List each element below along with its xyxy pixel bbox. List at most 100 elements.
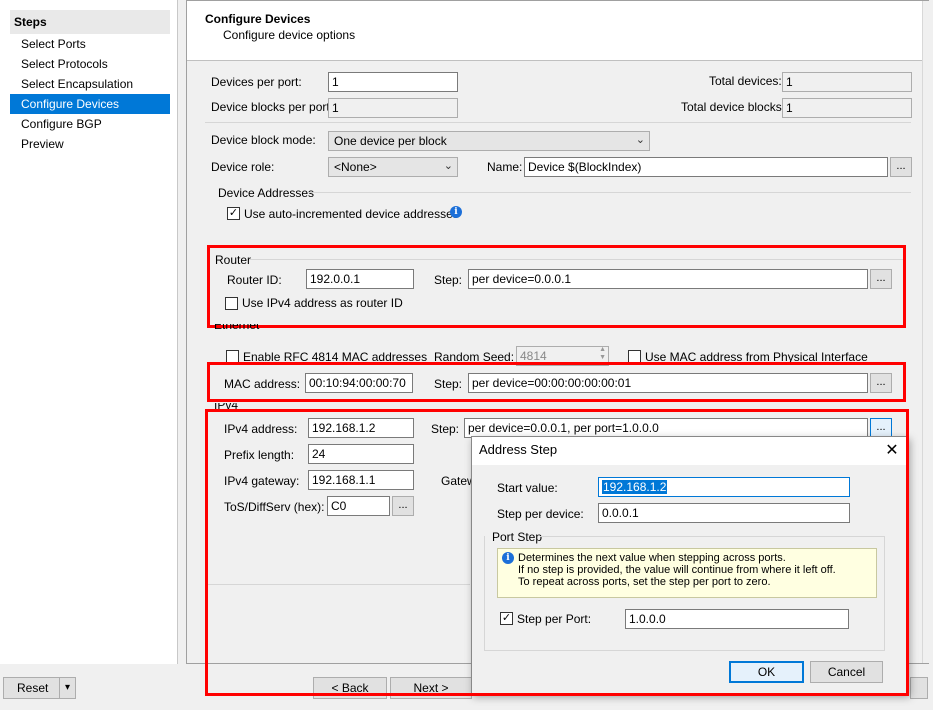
info-icon[interactable]: i [450, 206, 462, 218]
ipv4-address-label: IPv4 address: [224, 422, 298, 436]
dialog-title: Address Step [479, 442, 558, 457]
use-ipv4-router-id-checkbox[interactable] [225, 297, 238, 310]
group-line [540, 536, 885, 537]
info-text-line-2: If no step is provided, the value will c… [518, 564, 836, 576]
step-per-port-label: Step per Port: [517, 612, 592, 626]
chevron-down-icon: ⌄ [635, 134, 645, 146]
next-button[interactable]: Next > [390, 677, 472, 699]
device-role-value: <None> [334, 160, 377, 174]
ipv4-address-input[interactable]: 192.168.1.2 [308, 418, 414, 438]
dialog-cancel-button[interactable]: Cancel [810, 661, 883, 683]
start-value-text: 192.168.1.2 [602, 480, 668, 494]
device-addresses-group-label: Device Addresses [218, 186, 315, 200]
random-seed-spinner: 4814 ▲ ▼ [516, 346, 609, 366]
device-blocks-per-port-input[interactable]: 1 [328, 98, 458, 118]
start-value-label: Start value: [497, 481, 558, 495]
router-step-label: Step: [434, 273, 463, 287]
step-per-port-checkbox[interactable]: ✓ [500, 612, 513, 625]
group-line [308, 192, 911, 193]
step-item-configure-bgp[interactable]: Configure BGP [10, 114, 170, 134]
mac-address-input[interactable]: 00:10:94:00:00:70 [305, 373, 413, 393]
random-seed-label: Random Seed: [434, 350, 515, 364]
router-step-browse-button[interactable]: ... [870, 269, 892, 289]
use-ipv4-router-id-label: Use IPv4 address as router ID [242, 296, 403, 310]
device-block-mode-value: One device per block [334, 134, 447, 148]
group-line [484, 536, 485, 650]
use-mac-physical-checkbox[interactable] [628, 350, 641, 363]
device-role-select[interactable]: <None> ⌄ [328, 157, 458, 177]
steps-header: Steps [10, 10, 170, 34]
start-value-input[interactable]: 192.168.1.2 [598, 477, 850, 497]
auto-increment-checkbox[interactable]: ✓ [227, 207, 240, 220]
use-mac-physical-label: Use MAC address from Physical Interface [645, 350, 868, 364]
tos-label: ToS/DiffServ (hex): [224, 500, 325, 514]
mac-step-label: Step: [434, 377, 463, 391]
step-per-device-input[interactable]: 0.0.0.1 [598, 503, 850, 523]
total-devices-label: Total devices: [709, 74, 782, 88]
port-step-group-label: Port Step [492, 530, 543, 544]
prefix-length-label: Prefix length: [224, 448, 295, 462]
router-id-label: Router ID: [227, 273, 282, 287]
router-step-input[interactable]: per device=0.0.0.1 [468, 269, 868, 289]
prefix-length-input[interactable]: 24 [308, 444, 414, 464]
mac-step-browse-button[interactable]: ... [870, 373, 892, 393]
device-role-label: Device role: [211, 160, 275, 174]
back-button[interactable]: < Back [313, 677, 387, 699]
enable-rfc4814-label: Enable RFC 4814 MAC addresses [243, 350, 428, 364]
mac-step-input[interactable]: per device=00:00:00:00:00:01 [468, 373, 868, 393]
router-group-label: Router [215, 253, 252, 267]
device-name-browse-button[interactable]: ... [890, 157, 912, 177]
ipv4-step-label: Step: [431, 422, 460, 436]
devices-per-port-label: Devices per port: [211, 75, 302, 89]
total-device-blocks-field: 1 [782, 98, 912, 118]
name-label: Name: [487, 160, 523, 174]
ipv4-gateway-label: IPv4 gateway: [224, 474, 300, 488]
separator [205, 122, 911, 123]
info-icon: i [502, 552, 514, 564]
auto-increment-label: Use auto-incremented device addresses [244, 207, 459, 221]
chevron-down-icon: ⌄ [443, 160, 453, 172]
group-line [884, 536, 885, 650]
vertical-scrollbar[interactable] [922, 1, 929, 663]
ipv4-step-browse-button[interactable]: ... [870, 418, 892, 438]
enable-rfc4814-checkbox[interactable] [226, 350, 239, 363]
group-line [250, 259, 904, 260]
total-device-blocks-label: Total device blocks: [681, 100, 786, 114]
step-item-select-encapsulation[interactable]: Select Encapsulation [10, 74, 170, 94]
ipv4-gateway-input[interactable]: 192.168.1.1 [308, 470, 414, 490]
step-item-preview[interactable]: Preview [10, 134, 170, 154]
tos-input[interactable]: C0 [327, 496, 390, 516]
group-line [207, 584, 470, 585]
info-text-line-1: Determines the next value when stepping … [518, 552, 786, 564]
device-block-mode-label: Device block mode: [211, 133, 316, 147]
step-item-select-ports[interactable]: Select Ports [10, 34, 170, 54]
random-seed-value: 4814 [520, 349, 547, 363]
device-block-mode-select[interactable]: One device per block ⌄ [328, 131, 650, 151]
step-per-port-input[interactable]: 1.0.0.0 [625, 609, 849, 629]
spinner-icon: ▲ ▼ [599, 346, 606, 361]
router-id-input[interactable]: 192.0.0.1 [306, 269, 414, 289]
port-step-info-box: Determines the next value when stepping … [497, 548, 877, 598]
info-text-line-3: To repeat across ports, set the step per… [518, 576, 771, 588]
devices-per-port-input[interactable]: 1 [328, 72, 458, 92]
reset-label: Reset [17, 681, 49, 695]
ok-button[interactable]: OK [729, 661, 804, 683]
mac-address-label: MAC address: [224, 377, 301, 391]
group-line [484, 650, 885, 651]
close-icon[interactable]: ✕ [884, 440, 900, 460]
reset-button[interactable]: Reset ▾ [3, 677, 76, 699]
chevron-down-icon[interactable]: ▾ [65, 678, 70, 698]
device-name-input[interactable]: Device $(BlockIndex) [524, 157, 888, 177]
tos-browse-button[interactable]: ... [392, 496, 414, 516]
ipv4-step-input[interactable]: per device=0.0.0.1, per port=1.0.0.0 [464, 418, 868, 438]
check-icon: ✓ [228, 207, 239, 219]
step-per-device-label: Step per device: [497, 507, 584, 521]
cancel-button-partial[interactable] [910, 677, 928, 699]
step-item-select-protocols[interactable]: Select Protocols [10, 54, 170, 74]
total-devices-field: 1 [782, 72, 912, 92]
device-blocks-per-port-label: Device blocks per port: [211, 100, 334, 114]
page-subtitle: Configure device options [223, 28, 356, 42]
step-item-configure-devices[interactable]: Configure Devices [10, 94, 170, 114]
check-icon: ✓ [501, 612, 512, 624]
split-divider [59, 677, 60, 699]
